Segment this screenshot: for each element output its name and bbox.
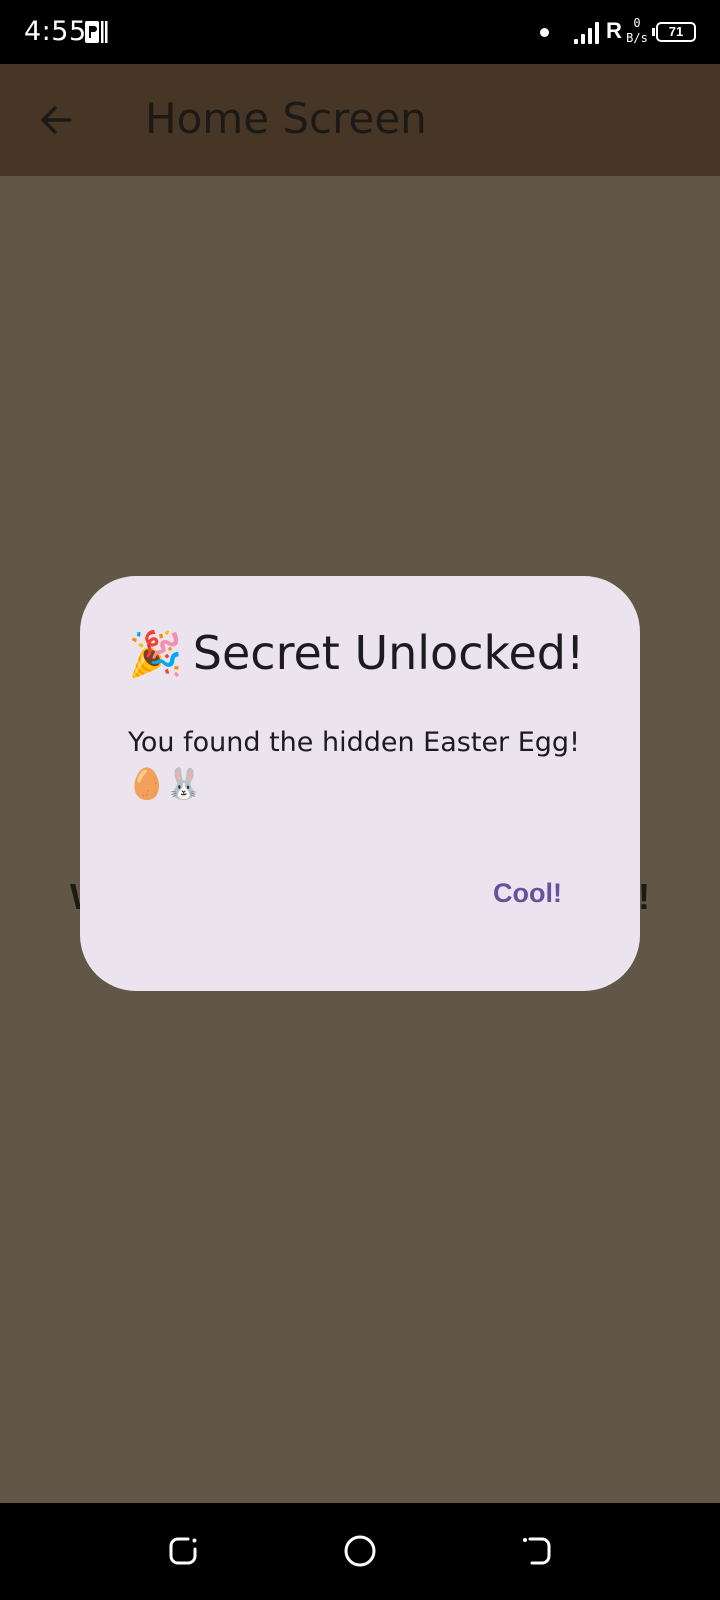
- egg-bunny-icons: 🥚🐰: [128, 767, 203, 802]
- app-bar: Home Screen: [0, 64, 720, 176]
- arrow-back-icon[interactable]: [36, 100, 76, 140]
- network-speed: 0 B/s: [624, 16, 650, 46]
- battery-level: 71: [668, 24, 684, 39]
- dialog-message: You found the hidden Easter Egg! 🥚🐰: [128, 722, 598, 806]
- notification-dot-icon: [540, 28, 549, 37]
- network-speed-unit: B/s: [626, 31, 648, 45]
- page-title: Home Screen: [145, 94, 427, 143]
- status-time: 4:55: [24, 16, 87, 47]
- party-popper-icon: 🎉: [128, 629, 183, 680]
- roaming-label: R: [606, 18, 622, 43]
- battery-icon: 71: [656, 22, 696, 42]
- cool-button[interactable]: Cool!: [493, 878, 562, 909]
- status-bar: 4:55 R 0 B/s 71: [0, 0, 720, 64]
- dialog-title: 🎉 Secret Unlocked!: [128, 626, 584, 680]
- dialog-message-text: You found the hidden Easter Egg!: [128, 727, 580, 758]
- back-nav-icon[interactable]: [518, 1533, 554, 1569]
- dialog-title-text: Secret Unlocked!: [192, 626, 585, 680]
- battery-nub: [652, 28, 655, 36]
- signal-icon: [574, 20, 602, 44]
- recent-apps-icon[interactable]: [166, 1533, 202, 1569]
- home-circle-icon[interactable]: [342, 1533, 378, 1569]
- network-speed-value: 0: [633, 16, 641, 30]
- notification-p-icon: [85, 21, 108, 43]
- easter-egg-dialog: 🎉 Secret Unlocked! You found the hidden E…: [80, 576, 640, 991]
- navigation-bar: [0, 1503, 720, 1600]
